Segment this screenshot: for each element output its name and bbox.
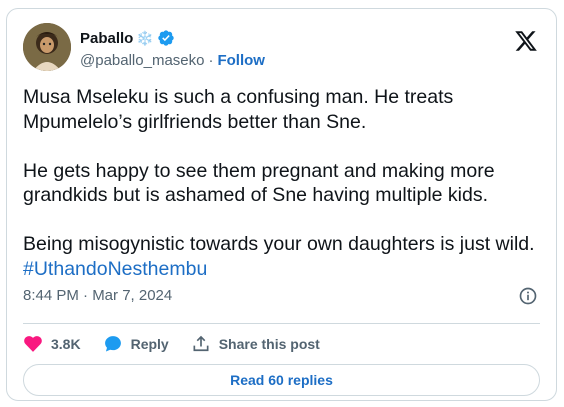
hashtag-link[interactable]: #UthandoNesthembu (23, 258, 207, 280)
like-button[interactable]: 3.8K (23, 327, 81, 361)
divider (23, 323, 540, 324)
likes-count: 3.8K (51, 336, 81, 352)
share-icon (193, 335, 209, 352)
author-name[interactable]: Paballo (80, 30, 133, 47)
action-bar: 3.8K Reply Share this post (23, 327, 342, 361)
tweet-body: Musa Mseleku is such a confusing man. He… (23, 86, 535, 255)
tweet-text: Musa Mseleku is such a confusing man. He… (23, 85, 543, 281)
snowflake-emoji: ❄️ (136, 30, 154, 46)
share-button[interactable]: Share this post (191, 327, 320, 361)
author-name-row[interactable]: Paballo ❄️ (80, 29, 175, 47)
reply-button[interactable]: Reply (103, 327, 169, 361)
x-logo-icon[interactable] (514, 29, 538, 53)
tweet-header: Paballo ❄️ @paballo_maseko · Follow (23, 21, 540, 71)
avatar[interactable] (23, 23, 71, 71)
timestamp[interactable]: 8:44 PM · Mar 7, 2024 (23, 287, 172, 304)
reply-bubble-icon (104, 336, 121, 352)
separator-dot: · (208, 52, 214, 69)
read-replies-button[interactable]: Read 60 replies (23, 364, 540, 396)
verified-icon (158, 30, 174, 46)
follow-button[interactable]: Follow (217, 52, 265, 69)
reply-label: Reply (130, 336, 169, 352)
info-icon[interactable] (518, 286, 538, 306)
tweet-card: Paballo ❄️ @paballo_maseko · Follow Musa… (6, 8, 557, 401)
share-label: Share this post (218, 336, 320, 352)
author-handle[interactable]: @paballo_maseko (80, 52, 204, 69)
heart-icon (24, 336, 42, 352)
handle-row: @paballo_maseko · Follow (80, 52, 265, 69)
read-replies-label: Read 60 replies (230, 372, 333, 388)
